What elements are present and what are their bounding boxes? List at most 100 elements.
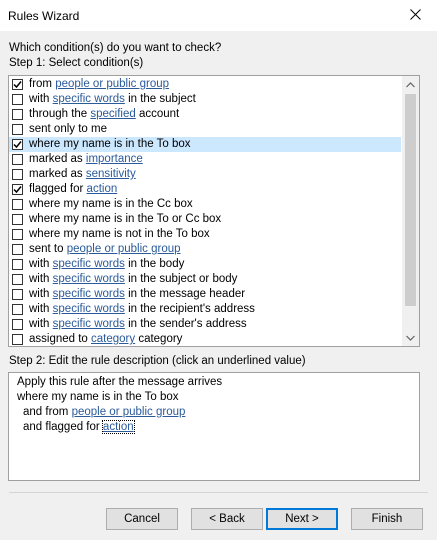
condition-text: marked as (29, 153, 86, 165)
condition-row[interactable]: where my name is in the To or Cc box (9, 212, 401, 227)
condition-checkbox[interactable] (12, 79, 23, 90)
condition-row[interactable]: with specific words in the sender's addr… (9, 317, 401, 332)
condition-text: marked as (29, 168, 86, 180)
condition-text: in the subject (124, 93, 196, 105)
condition-row[interactable]: with specific words in the subject (9, 92, 401, 107)
condition-checkbox[interactable] (12, 184, 23, 195)
condition-link[interactable]: category (91, 333, 135, 345)
condition-checkbox[interactable] (12, 274, 23, 285)
chevron-up-icon (406, 81, 415, 87)
checkmark-icon (13, 81, 22, 89)
condition-row[interactable]: with specific words in the recipient's a… (9, 302, 401, 317)
step2-label: Step 2: Edit the rule description (click… (9, 355, 306, 367)
condition-row[interactable]: sent to people or public group (9, 242, 401, 257)
condition-row[interactable]: assigned to category category (9, 332, 401, 346)
condition-link[interactable]: importance (86, 153, 143, 165)
condition-link[interactable]: people or public group (55, 78, 169, 90)
condition-text: with (29, 303, 53, 315)
condition-row[interactable]: sent only to me (9, 122, 401, 137)
condition-link[interactable]: specific words (53, 318, 125, 330)
condition-row[interactable]: where my name is in the To box (9, 137, 401, 152)
condition-text: with (29, 273, 53, 285)
condition-link[interactable]: specific words (53, 288, 125, 300)
condition-text: where my name is in the To box (29, 138, 191, 150)
condition-link[interactable]: specific words (53, 93, 125, 105)
condition-checkbox[interactable] (12, 94, 23, 105)
condition-checkbox[interactable] (12, 334, 23, 345)
condition-checkbox[interactable] (12, 304, 23, 315)
condition-text: from (29, 78, 56, 90)
condition-text: where my name is in the To or Cc box (29, 213, 222, 225)
condition-checkbox[interactable] (12, 214, 23, 225)
condition-link[interactable]: specific words (53, 303, 125, 315)
condition-text: in the message header (124, 288, 246, 300)
condition-row[interactable]: with specific words in the message heade… (9, 287, 401, 302)
condition-checkbox[interactable] (12, 244, 23, 255)
condition-row[interactable]: with specific words in the subject or bo… (9, 272, 401, 287)
condition-row[interactable]: where my name is not in the To box (9, 227, 401, 242)
condition-row[interactable]: from people or public group (9, 77, 401, 92)
description-line-4: and flagged for action (23, 420, 135, 434)
conditions-scrollbar[interactable] (402, 76, 419, 346)
step1-label: Step 1: Select condition(s) (9, 57, 144, 69)
condition-checkbox[interactable] (12, 259, 23, 270)
condition-checkbox[interactable] (12, 199, 23, 210)
condition-checkbox[interactable] (12, 124, 23, 135)
condition-checkbox[interactable] (12, 109, 23, 120)
condition-row[interactable]: where my name is in the Cc box (9, 197, 401, 212)
condition-text: with (29, 288, 53, 300)
condition-link[interactable]: sensitivity (86, 168, 136, 180)
chevron-down-icon (406, 335, 415, 341)
conditions-prompt: Which condition(s) do you want to check? (9, 42, 222, 54)
condition-text: where my name is in the Cc box (29, 198, 193, 210)
finish-button[interactable]: Finish (351, 508, 423, 530)
action-link[interactable]: action (101, 420, 135, 434)
description-line-3-prefix: and from (23, 406, 72, 418)
conditions-list[interactable]: from people or public group with specific… (8, 75, 420, 347)
condition-link[interactable]: specific words (53, 258, 125, 270)
condition-text: account (135, 108, 180, 120)
condition-row[interactable]: marked as importance (9, 152, 401, 167)
condition-checkbox[interactable] (12, 139, 23, 150)
close-button[interactable] (393, 0, 437, 31)
people-or-public-group-link[interactable]: people or public group (72, 406, 186, 418)
scroll-thumb[interactable] (405, 94, 416, 306)
rule-description-box: Apply this rule after the message arrive… (8, 372, 420, 481)
condition-checkbox[interactable] (12, 154, 23, 165)
checkmark-icon (13, 186, 22, 194)
condition-link[interactable]: specified (90, 108, 135, 120)
condition-text: where my name is not in the To box (29, 228, 210, 240)
scroll-up-arrow[interactable] (402, 76, 419, 93)
condition-text: flagged for (29, 183, 87, 195)
condition-text: with (29, 93, 53, 105)
checkmark-icon (13, 141, 22, 149)
window-title: Rules Wizard (8, 9, 80, 23)
condition-text: category (135, 333, 183, 345)
condition-row[interactable]: flagged for action (9, 182, 401, 197)
condition-checkbox[interactable] (12, 319, 23, 330)
next-button[interactable]: Next > (266, 508, 338, 530)
condition-text: with (29, 318, 53, 330)
condition-text: sent to (29, 243, 67, 255)
description-line-3: and from people or public group (23, 406, 185, 418)
condition-link[interactable]: people or public group (67, 243, 181, 255)
condition-row[interactable]: through the specified account (9, 107, 401, 122)
condition-row[interactable]: marked as sensitivity (9, 167, 401, 182)
condition-checkbox[interactable] (12, 169, 23, 180)
condition-link[interactable]: specific words (53, 273, 125, 285)
condition-row[interactable]: with specific words in the body (9, 257, 401, 272)
back-button[interactable]: < Back (191, 508, 263, 530)
close-icon (409, 8, 421, 23)
condition-text: assigned to (29, 333, 92, 345)
condition-checkbox[interactable] (12, 289, 23, 300)
description-line-2: where my name is in the To box (17, 391, 179, 403)
condition-link[interactable]: action (87, 183, 118, 195)
condition-text: in the body (124, 258, 185, 270)
condition-text: in the recipient's address (124, 303, 255, 315)
description-line-1: Apply this rule after the message arrive… (17, 376, 223, 388)
cancel-button[interactable]: Cancel (106, 508, 178, 530)
condition-checkbox[interactable] (12, 229, 23, 240)
scroll-down-arrow[interactable] (402, 329, 419, 346)
conditions-rows: from people or public group with specific… (9, 77, 401, 346)
condition-text: in the sender's address (124, 318, 247, 330)
